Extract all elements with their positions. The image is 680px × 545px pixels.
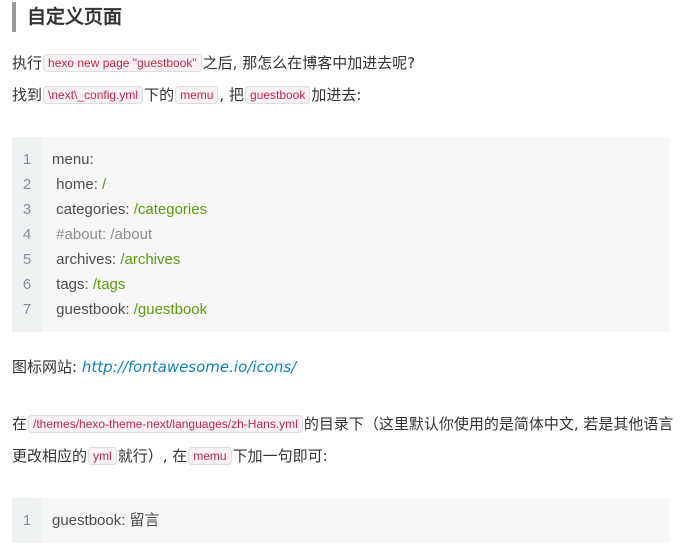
code-key: archives: xyxy=(52,251,121,268)
line-number-gutter: 1 xyxy=(12,498,42,543)
code-line: archives: /archives xyxy=(52,247,670,272)
text: 之后, 那怎么在博客中加进去呢? xyxy=(202,54,416,72)
page-title: 自定义页面 xyxy=(27,5,123,28)
line-number: 1 xyxy=(22,512,32,529)
line-number: 2 xyxy=(22,176,32,193)
code-content: guestbook: 留言 xyxy=(42,498,670,543)
code-line: guestbook: 留言 xyxy=(52,508,670,533)
code-value: /categories xyxy=(133,201,208,218)
code-value: / xyxy=(102,176,107,193)
code-line: home: / xyxy=(52,172,670,197)
inline-code-guestbook: guestbook xyxy=(244,86,311,104)
code-key: menu: xyxy=(52,151,94,168)
paragraph-languages: 在/themes/hexo-theme-next/languages/zh-Ha… xyxy=(12,408,676,472)
line-number: 1 xyxy=(22,151,32,168)
text: 就行）, 在 xyxy=(117,447,188,465)
code-key: guestbook: 留言 xyxy=(52,512,160,529)
line-number: 3 xyxy=(22,201,32,218)
paragraph-execute: 执行 hexo new page "guestbook" 之后, 那怎么在博客中加进… xyxy=(12,52,415,74)
code-value: /archives xyxy=(120,251,181,268)
line-number-gutter: 1 2 3 4 5 6 7 xyxy=(12,137,42,332)
inline-code-memu: memu xyxy=(188,447,232,465)
code-content: menu: home: / categories: /categories #a… xyxy=(42,137,670,332)
section-heading: 自定义页面 xyxy=(12,2,680,32)
code-line: categories: /categories xyxy=(52,197,670,222)
code-key: categories: xyxy=(52,201,134,218)
text: 下加一句即可: xyxy=(232,447,328,465)
code-key: guestbook: xyxy=(52,301,134,318)
code-line: tags: /tags xyxy=(52,272,670,297)
code-line: menu: xyxy=(52,147,670,172)
code-block-guestbook: 1 guestbook: 留言 xyxy=(12,498,670,543)
inline-code-command: hexo new page "guestbook" xyxy=(43,54,202,72)
paragraph-find-config: 找到 \next\_config.yml 下的 memu, 把 guestbook 加进去… xyxy=(12,84,361,106)
text: , 把 xyxy=(219,86,244,104)
code-block-menu: 1 2 3 4 5 6 7 menu: home: / categories: … xyxy=(12,137,670,332)
text: 加进去: xyxy=(311,86,362,104)
text: 下的 xyxy=(144,86,175,104)
line-number: 5 xyxy=(22,251,32,268)
paragraph-icon-site: 图标网站: http://fontawesome.io/icons/ xyxy=(12,356,296,378)
code-line: guestbook: /guestbook xyxy=(52,297,670,322)
code-comment: #about: /about xyxy=(52,226,153,243)
inline-code-config-path: \next\_config.yml xyxy=(43,86,144,104)
inline-code-yml: yml xyxy=(88,447,117,465)
code-line: #about: /about xyxy=(52,222,670,247)
text: 执行 xyxy=(12,54,43,72)
line-number: 6 xyxy=(22,276,32,293)
code-value: /guestbook xyxy=(133,301,208,318)
code-key: tags: xyxy=(52,276,93,293)
text: 找到 xyxy=(12,86,43,104)
text: 在 xyxy=(12,415,28,433)
code-value: /tags xyxy=(92,276,126,293)
text: 图标网站: xyxy=(12,358,82,376)
inline-code-language-path: /themes/hexo-theme-next/languages/zh-Han… xyxy=(28,415,303,433)
code-key: home: xyxy=(52,176,103,193)
line-number: 7 xyxy=(22,301,32,318)
inline-code-memu: memu xyxy=(175,86,219,104)
fontawesome-link[interactable]: http://fontawesome.io/icons/ xyxy=(82,358,296,376)
line-number: 4 xyxy=(22,226,32,243)
